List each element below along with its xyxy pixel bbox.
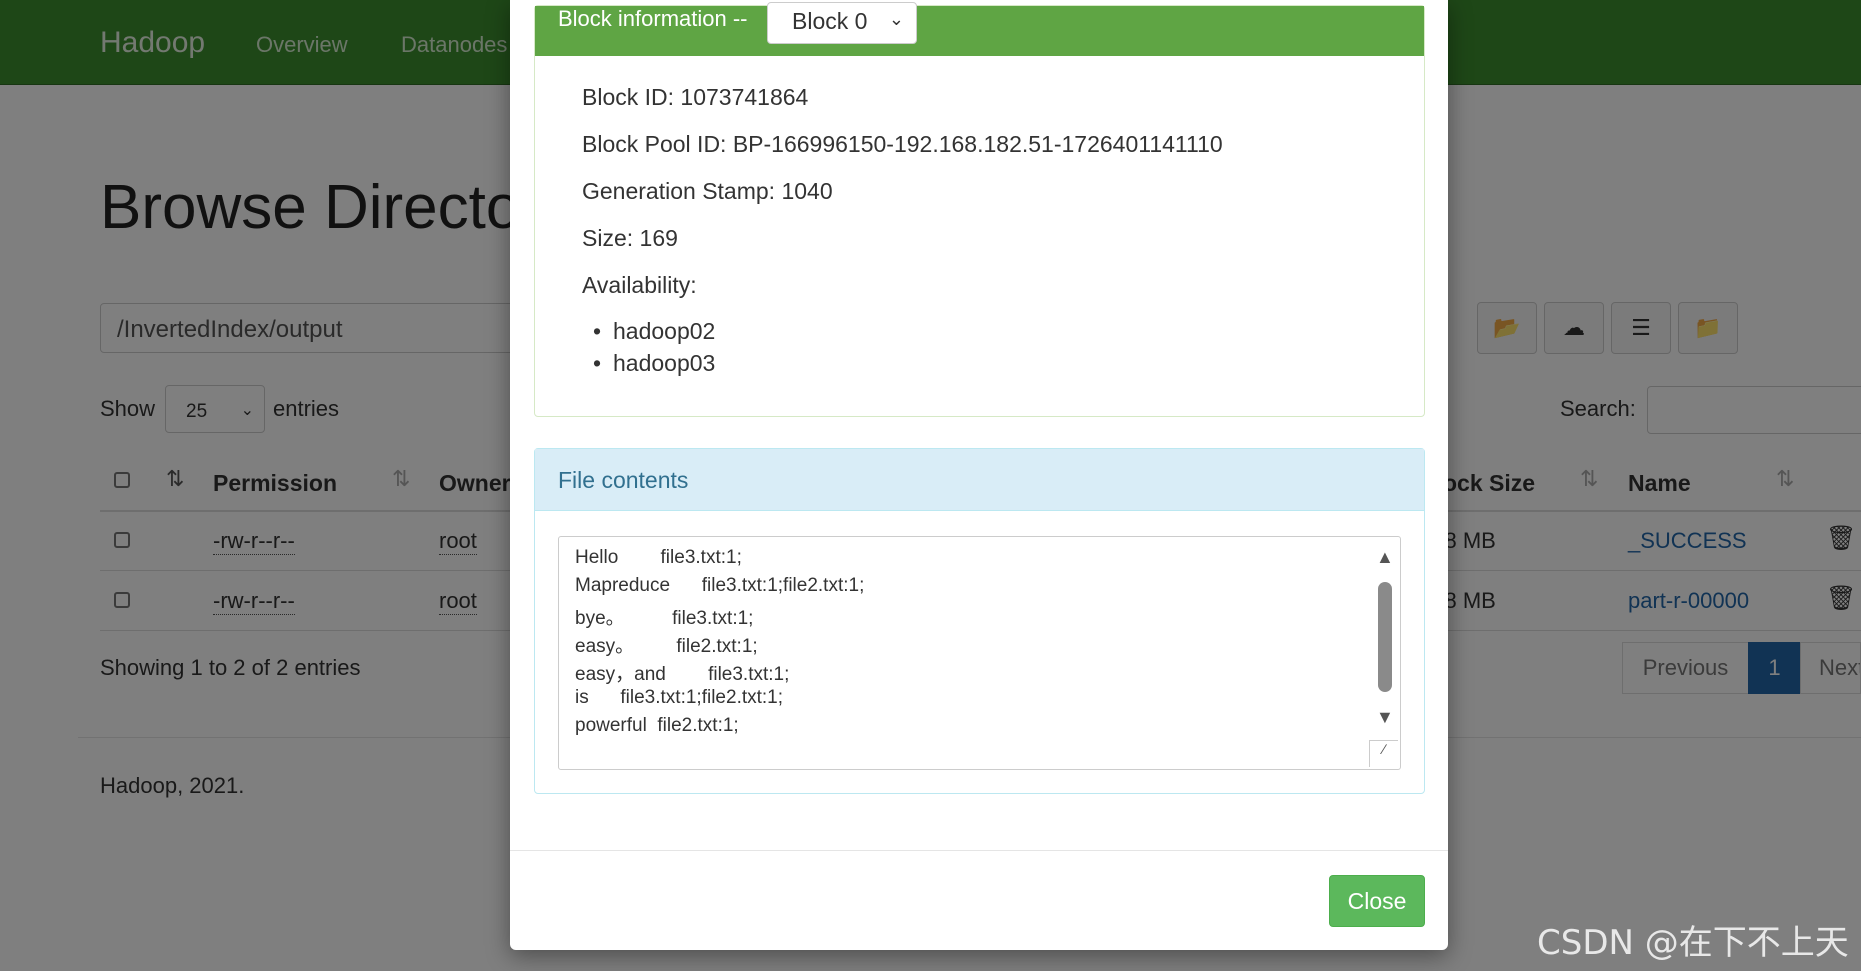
- hdfs-browser-page: Hadoop Overview Datanodes Browse Directo…: [0, 0, 1861, 971]
- modal-footer-divider: [510, 850, 1448, 851]
- file-content-line: easy，and file3.txt:1;: [575, 664, 790, 685]
- close-button[interactable]: Close: [1329, 875, 1425, 927]
- file-content-line: easy。 file2.txt:1;: [575, 636, 758, 657]
- file-content-line: Mapreduce file3.txt:1;file2.txt:1;: [575, 575, 865, 596]
- watermark: CSDN @在下不上天: [1537, 923, 1849, 963]
- file-info-modal: Block information -- Block 0 ⌄ Block ID:…: [510, 0, 1448, 950]
- file-contents-panel: File contents Hello file3.txt:1; Mapredu…: [534, 448, 1425, 794]
- block-size: Size: 169: [582, 225, 678, 251]
- block-select[interactable]: Block 0 ⌄: [767, 2, 917, 44]
- chevron-down-icon: ⌄: [888, 9, 904, 29]
- resize-grip-icon[interactable]: ∕: [1369, 740, 1398, 767]
- block-pool-id: Block Pool ID: BP-166996150-192.168.182.…: [582, 131, 1223, 157]
- availability-label: Availability:: [582, 272, 697, 298]
- block-select-value: Block 0: [792, 8, 868, 34]
- scroll-up-arrow-icon[interactable]: ▲: [1376, 547, 1394, 568]
- file-content-line: powerful file2.txt:1;: [575, 715, 739, 736]
- generation-stamp: Generation Stamp: 1040: [582, 178, 833, 204]
- file-content-line: is file3.txt:1;file2.txt:1;: [575, 687, 784, 708]
- block-information-label: Block information --: [558, 6, 748, 31]
- file-content-line: Hello file3.txt:1;: [575, 547, 742, 568]
- block-information-heading: Block information -- Block 0 ⌄: [535, 2, 1424, 56]
- scroll-down-arrow-icon[interactable]: ▼: [1376, 707, 1394, 728]
- availability-datanode: hadoop03: [593, 350, 715, 377]
- block-id: Block ID: 1073741864: [582, 84, 809, 110]
- textarea-scrollbar[interactable]: ▲ ▼: [1374, 547, 1394, 727]
- file-content-line: bye。 file3.txt:1;: [575, 608, 754, 629]
- file-contents-textarea[interactable]: Hello file3.txt:1; Mapreduce file3.txt:1…: [558, 536, 1401, 770]
- scroll-thumb[interactable]: [1378, 582, 1392, 692]
- block-information-panel: Block information -- Block 0 ⌄ Block ID:…: [534, 2, 1425, 417]
- availability-datanode: hadoop02: [593, 318, 715, 345]
- file-contents-heading: File contents: [535, 449, 1424, 511]
